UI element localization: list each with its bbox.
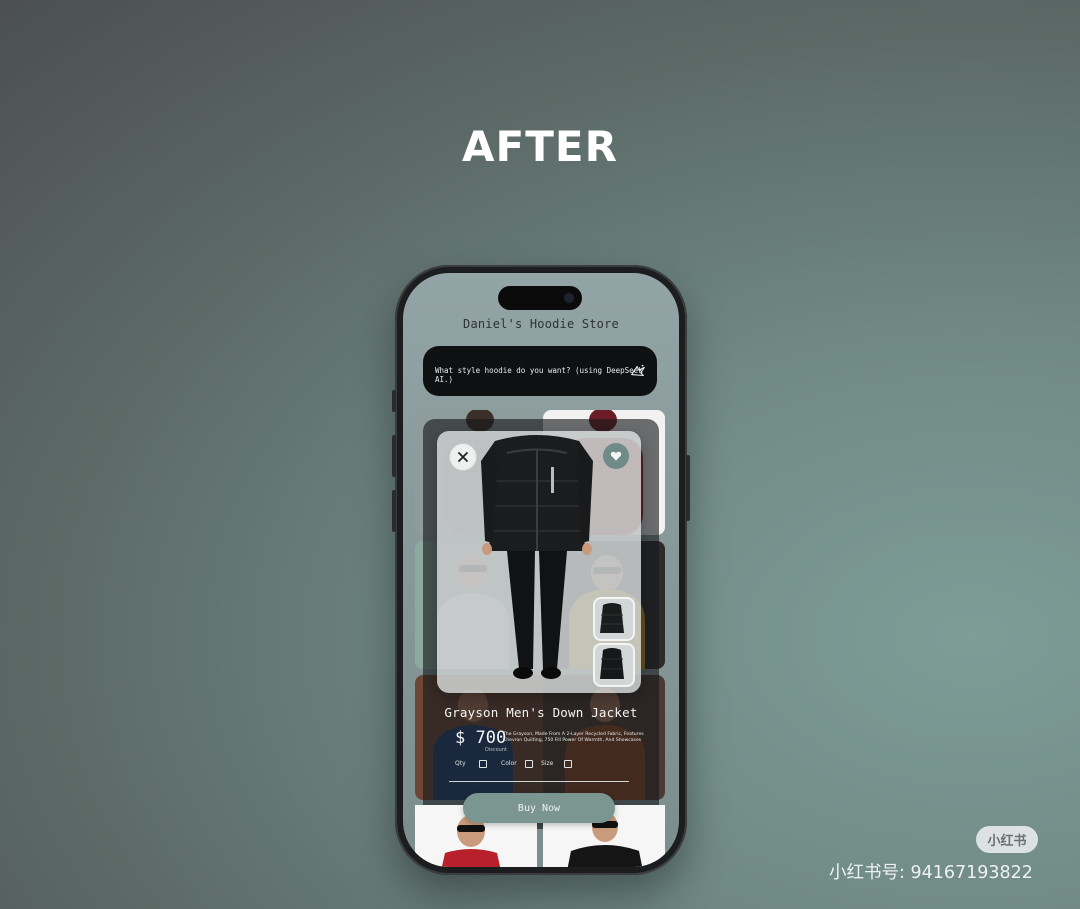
color-selector[interactable] xyxy=(525,760,533,768)
product-image-card xyxy=(437,431,641,693)
jacket-front-thumb[interactable] xyxy=(593,597,635,641)
product-description: The Grayson, Made From A 2-Layer Recycle… xyxy=(503,732,644,743)
store-title: Daniel's Hoodie Store xyxy=(463,317,619,331)
qty-label: Qty xyxy=(455,760,466,767)
product-name: Grayson Men's Down Jacket xyxy=(444,705,638,720)
dynamic-island xyxy=(498,286,582,310)
jacket-thumb-image xyxy=(600,603,624,633)
size-selector[interactable] xyxy=(564,760,572,768)
power-button xyxy=(686,455,690,521)
color-label: Color xyxy=(501,760,517,767)
action-button xyxy=(392,390,396,412)
jacket-back-thumb[interactable] xyxy=(593,643,635,687)
size-label: Size xyxy=(541,760,554,767)
price-discount-label: Discount xyxy=(485,747,507,753)
product-price: $ 700 xyxy=(455,728,507,748)
qty-selector[interactable] xyxy=(479,760,487,768)
divider xyxy=(449,781,629,782)
watermark-badge: 小红书 xyxy=(976,826,1038,853)
favorite-button[interactable] xyxy=(603,443,629,469)
close-icon xyxy=(458,452,468,462)
phone-screen: Daniel's Hoodie Store What style hoodie … xyxy=(403,273,679,867)
sparkle-ai-icon[interactable] xyxy=(629,362,647,380)
search-prompt-text: What style hoodie do you want? (using De… xyxy=(435,366,643,384)
volume-up-button xyxy=(392,435,396,477)
headline: AFTER xyxy=(462,122,618,171)
jacket-thumb-image xyxy=(600,648,624,679)
watermark-id: 小红书号: 94167193822 xyxy=(829,863,1033,883)
close-button[interactable] xyxy=(449,443,477,471)
product-options: Qty Color Size xyxy=(455,758,635,770)
buy-now-button[interactable]: Buy Now xyxy=(463,793,615,823)
ai-search-bar[interactable]: What style hoodie do you want? (using De… xyxy=(423,346,657,396)
volume-down-button xyxy=(392,490,396,532)
phone-frame: Daniel's Hoodie Store What style hoodie … xyxy=(392,265,690,875)
heart-icon xyxy=(610,451,622,461)
